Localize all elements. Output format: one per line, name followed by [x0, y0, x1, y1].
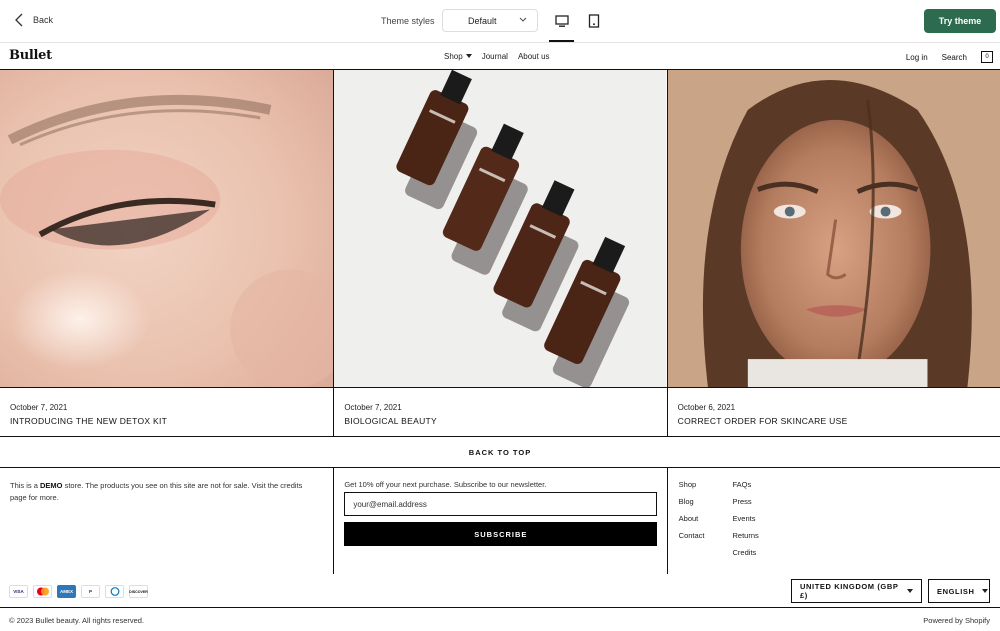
- article-title[interactable]: BIOLOGICAL BEAUTY: [344, 416, 437, 426]
- footer-link[interactable]: About: [679, 514, 705, 531]
- article-image-bottles: [334, 70, 667, 388]
- visa-icon: VISA: [9, 585, 28, 598]
- footer-link[interactable]: Events: [733, 514, 759, 531]
- article-title[interactable]: INTRODUCING THE NEW DETOX KIT: [10, 416, 167, 426]
- footer-link[interactable]: Contact: [679, 531, 705, 548]
- footer-links-col1: Shop Blog About Contact: [679, 480, 705, 565]
- footer-link[interactable]: FAQs: [733, 480, 759, 497]
- discover-icon: DISCOVER: [129, 585, 148, 598]
- cart-count: 0: [985, 54, 989, 60]
- copyright-text: © 2023 Bullet beauty. All rights reserve…: [9, 616, 145, 625]
- article-title[interactable]: CORRECT ORDER FOR SKINCARE USE: [678, 416, 848, 426]
- journal-grid: October 7, 2021 INTRODUCING THE NEW DETO…: [0, 70, 1000, 437]
- footer-link[interactable]: Press: [733, 497, 759, 514]
- mastercard-icon: [33, 585, 52, 598]
- payment-icons: VISA AMEX P DISCOVER: [9, 585, 148, 598]
- login-link[interactable]: Log in: [906, 53, 928, 62]
- cart-icon[interactable]: 0: [981, 51, 993, 63]
- caret-down-icon: [907, 589, 913, 593]
- footer-links: Shop Blog About Contact FAQs Press Event…: [666, 468, 1000, 574]
- main-nav: Shop Journal About us: [444, 52, 550, 61]
- store-logo[interactable]: Bullet: [9, 48, 52, 63]
- demo-notice: This is a DEMO store. The products you s…: [10, 480, 320, 504]
- article-card[interactable]: October 7, 2021 INTRODUCING THE NEW DETO…: [0, 70, 334, 436]
- email-field[interactable]: your@email.address: [344, 492, 658, 516]
- powered-by-link[interactable]: Powered by Shopify: [923, 616, 990, 625]
- nav-shop-label: Shop: [444, 52, 463, 61]
- caret-down-icon: [465, 54, 472, 58]
- article-date: October 7, 2021: [10, 403, 68, 412]
- footer-links-col2: FAQs Press Events Returns Credits: [733, 480, 759, 565]
- back-label: Back: [33, 15, 54, 25]
- back-to-top-button[interactable]: BACK TO TOP: [0, 437, 1000, 468]
- newsletter-text: Get 10% off your next purchase. Subscrib…: [344, 480, 547, 489]
- nav-journal[interactable]: Journal: [482, 52, 508, 61]
- demo-prefix: This is a: [10, 481, 41, 490]
- paypal-icon: P: [81, 585, 100, 598]
- article-card[interactable]: October 7, 2021 BIOLOGICAL BEAUTY: [333, 70, 667, 436]
- nav-about[interactable]: About us: [518, 52, 550, 61]
- chevron-down-icon: [519, 17, 527, 22]
- footer-link[interactable]: Shop: [679, 480, 705, 497]
- article-image-eye: [0, 70, 334, 388]
- amex-icon: AMEX: [57, 585, 76, 598]
- footer-newsletter: Get 10% off your next purchase. Subscrib…: [333, 468, 666, 574]
- subscribe-button[interactable]: SUBSCRIBE: [344, 522, 658, 546]
- header-utilities: Log in Search 0: [906, 51, 993, 63]
- footer-link[interactable]: Blog: [679, 497, 705, 514]
- country-selector[interactable]: UNITED KINGDOM (GBP £): [791, 579, 922, 603]
- payment-locale-bar: VISA AMEX P DISCOVER UNITED KINGDOM (GBP…: [0, 574, 1000, 608]
- try-theme-button[interactable]: Try theme: [924, 9, 996, 33]
- desktop-view-icon[interactable]: [554, 13, 570, 29]
- nav-shop[interactable]: Shop: [444, 52, 472, 61]
- footer-about: This is a DEMO store. The products you s…: [0, 468, 333, 574]
- caret-down-icon: [981, 589, 988, 593]
- theme-style-select[interactable]: Default: [442, 9, 538, 32]
- chevron-left-icon: [15, 13, 23, 27]
- footer-link[interactable]: Returns: [733, 531, 759, 548]
- demo-bold: DEMO: [40, 481, 63, 490]
- store-header: Bullet Shop Journal About us Log in Sear…: [0, 43, 1000, 70]
- search-link[interactable]: Search: [942, 53, 967, 62]
- footer-link-columns: Shop Blog About Contact FAQs Press Event…: [679, 480, 759, 565]
- active-device-indicator: [549, 40, 574, 42]
- footer-link[interactable]: Credits: [733, 548, 759, 565]
- theme-style-value: Default: [468, 15, 497, 26]
- language-value: ENGLISH: [937, 586, 975, 596]
- back-button[interactable]: Back: [14, 13, 53, 27]
- tablet-view-icon[interactable]: [586, 13, 602, 29]
- theme-preview-toolbar: Back Theme styles Default Try theme: [0, 0, 1000, 43]
- article-date: October 6, 2021: [677, 403, 736, 412]
- article-image-portrait: [667, 70, 1000, 388]
- language-selector[interactable]: ENGLISH: [928, 579, 990, 603]
- theme-styles-label: Theme styles: [381, 16, 435, 26]
- diners-icon: [105, 585, 124, 598]
- footer: This is a DEMO store. The products you s…: [0, 468, 1000, 574]
- article-date: October 7, 2021: [344, 403, 402, 412]
- article-card[interactable]: October 6, 2021 CORRECT ORDER FOR SKINCA…: [666, 70, 1000, 436]
- country-value: UNITED KINGDOM (GBP £): [800, 582, 899, 600]
